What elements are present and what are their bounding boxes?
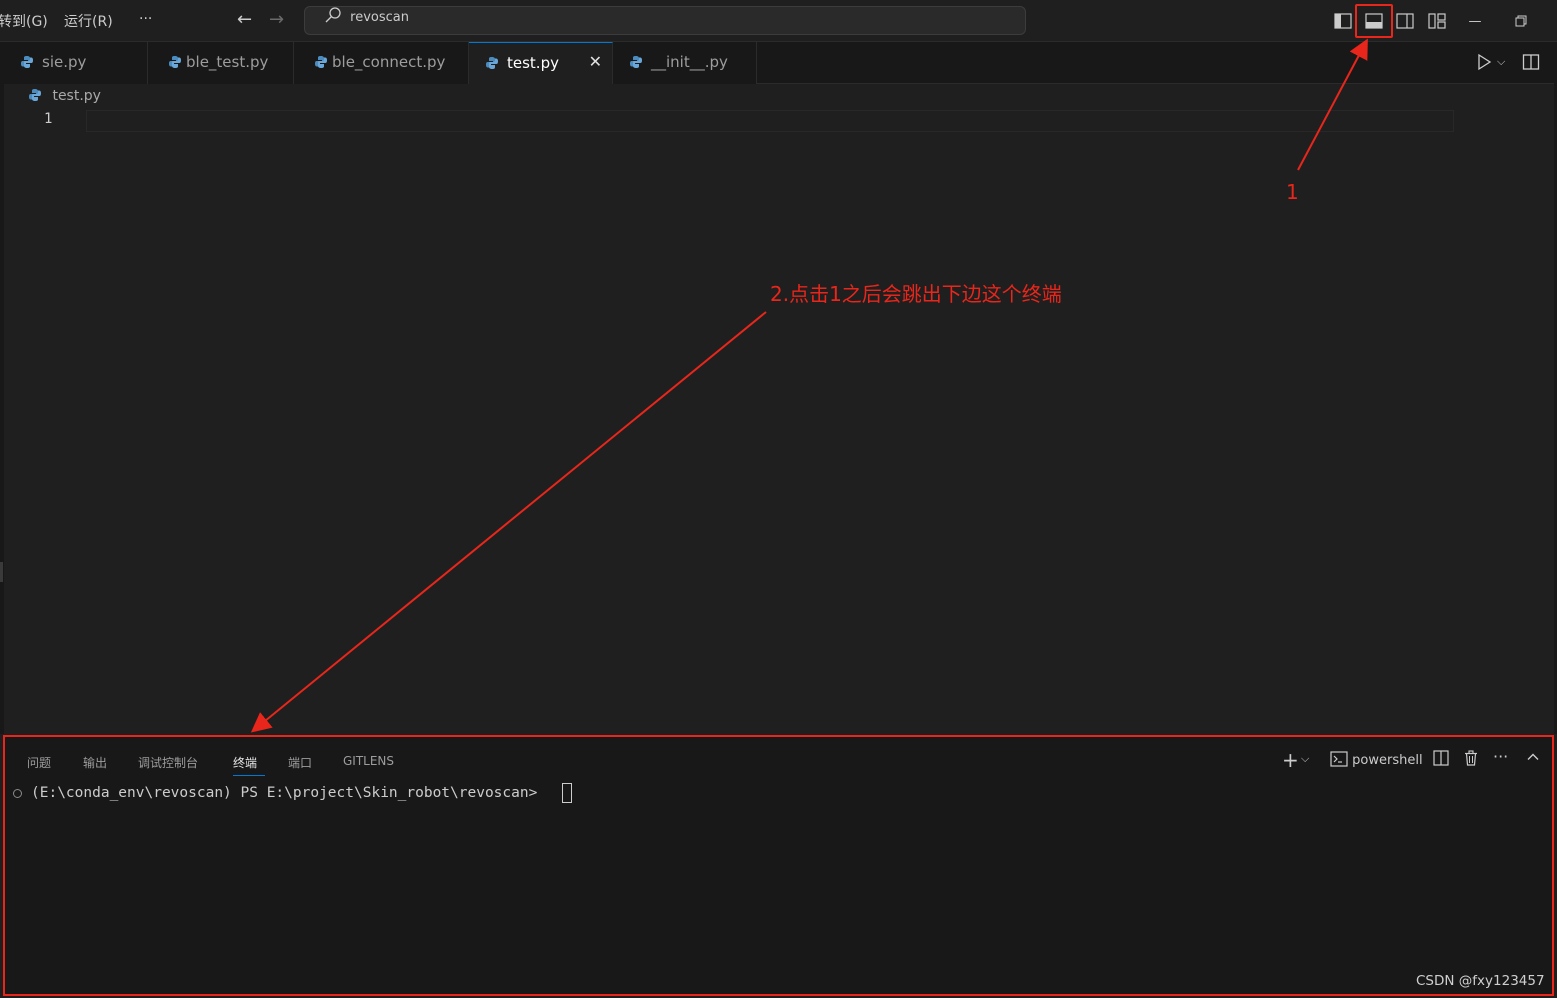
- tab-sie-py[interactable]: sie.py: [0, 42, 148, 84]
- panel-tab-terminal[interactable]: 终端: [233, 754, 257, 771]
- customize-layout-button[interactable]: [1424, 8, 1450, 34]
- terminal-cursor: [562, 783, 572, 803]
- run-file-button[interactable]: [1476, 53, 1492, 75]
- python-icon: [630, 56, 642, 68]
- split-editor-button[interactable]: [1522, 53, 1540, 75]
- editor-current-line[interactable]: [86, 110, 1454, 132]
- panel-tab-problems[interactable]: 问题: [27, 754, 51, 771]
- terminal-prompt-line[interactable]: (E:\conda_env\revoscan) PS E:\project\Sk…: [31, 785, 546, 801]
- panel-tab-gitlens[interactable]: GITLENS: [343, 754, 394, 768]
- python-icon: [29, 89, 41, 101]
- search-value: revoscan: [350, 10, 409, 25]
- layout-grid-icon: [1428, 13, 1446, 29]
- menu-goto[interactable]: 转到(G): [0, 11, 48, 31]
- tab-label: ble_test.py: [186, 53, 269, 71]
- annotation-label-1: 1: [1286, 180, 1299, 204]
- watermark: CSDN @fxy123457: [1416, 973, 1545, 989]
- sash-handle[interactable]: [0, 562, 3, 582]
- restore-icon[interactable]: [1508, 8, 1534, 34]
- close-tab-icon[interactable]: ✕: [589, 52, 602, 71]
- breadcrumb-file: test.py: [52, 88, 101, 104]
- more-actions-icon[interactable]: ···: [1493, 747, 1508, 766]
- tab-label: sie.py: [42, 53, 87, 71]
- toggle-secondary-sidebar-button[interactable]: [1392, 8, 1418, 34]
- command-center-search[interactable]: [304, 6, 1026, 35]
- tab-label: test.py: [507, 54, 559, 72]
- minimize-icon[interactable]: —: [1462, 8, 1488, 34]
- new-terminal-plus-icon[interactable]: +: [1282, 748, 1299, 772]
- terminal-status-dot-icon: [13, 789, 22, 798]
- sidebar-left-icon: [1334, 13, 1352, 29]
- python-icon: [21, 56, 33, 68]
- kill-terminal-button[interactable]: [1463, 750, 1479, 770]
- terminal-dropdown-chevron-icon[interactable]: ⌵: [1301, 752, 1309, 766]
- panel-tab-output[interactable]: 输出: [83, 754, 107, 771]
- search-label-wrap: revoscan: [324, 6, 409, 25]
- tab-init-py[interactable]: __init__.py: [613, 42, 757, 84]
- maximize-panel-button[interactable]: [1526, 750, 1540, 768]
- toggle-primary-sidebar-button[interactable]: [1330, 8, 1356, 34]
- python-icon: [315, 56, 327, 68]
- trash-icon: [1465, 750, 1477, 766]
- back-arrow-icon[interactable]: ←: [237, 9, 252, 30]
- python-icon: [169, 56, 181, 68]
- terminal-prompt-icon: [1330, 751, 1348, 767]
- play-icon: [1478, 53, 1492, 71]
- sidebar-right-icon: [1396, 13, 1414, 29]
- editor-tab-bar: sie.py ble_test.py ble_connect.py test.p…: [0, 42, 1557, 84]
- python-icon: [486, 57, 498, 69]
- active-tab-indicator: [233, 775, 265, 776]
- terminal-panel: 问题 输出 调试控制台 终端 端口 GITLENS + ⌵ powershell…: [3, 735, 1554, 996]
- terminal-shell-selector[interactable]: powershell: [1330, 751, 1423, 768]
- menu-more[interactable]: ···: [139, 11, 152, 27]
- tab-ble-connect-py[interactable]: ble_connect.py: [294, 42, 469, 84]
- split-editor-icon: [1522, 54, 1540, 70]
- tab-ble-test-py[interactable]: ble_test.py: [148, 42, 294, 84]
- annotation-arrow-2: [250, 311, 767, 733]
- title-bar: 转到(G) 运行(R) ··· ← → revoscan —: [0, 0, 1557, 42]
- run-dropdown-chevron-icon[interactable]: ⌵: [1497, 55, 1505, 69]
- tab-label: ble_connect.py: [332, 53, 446, 71]
- panel-tab-ports[interactable]: 端口: [288, 754, 312, 771]
- forward-arrow-icon[interactable]: →: [269, 9, 284, 30]
- split-terminal-button[interactable]: [1433, 750, 1449, 770]
- chevron-up-icon: [1527, 753, 1539, 760]
- annotation-label-2: 2.点击1之后会跳出下边这个终端: [770, 282, 1062, 306]
- line-number: 1: [44, 111, 53, 127]
- breadcrumb[interactable]: test.py: [28, 88, 101, 104]
- tab-label: __init__.py: [651, 53, 728, 71]
- menu-run[interactable]: 运行(R): [64, 11, 113, 31]
- split-terminal-icon: [1433, 750, 1449, 766]
- search-icon: [325, 7, 341, 23]
- shell-label: powershell: [1352, 753, 1423, 768]
- tab-test-py[interactable]: test.py ✕: [469, 42, 613, 84]
- activity-edge: [0, 84, 4, 734]
- annotation-highlight-box: [1355, 4, 1393, 38]
- panel-tab-debug-console[interactable]: 调试控制台: [138, 754, 198, 771]
